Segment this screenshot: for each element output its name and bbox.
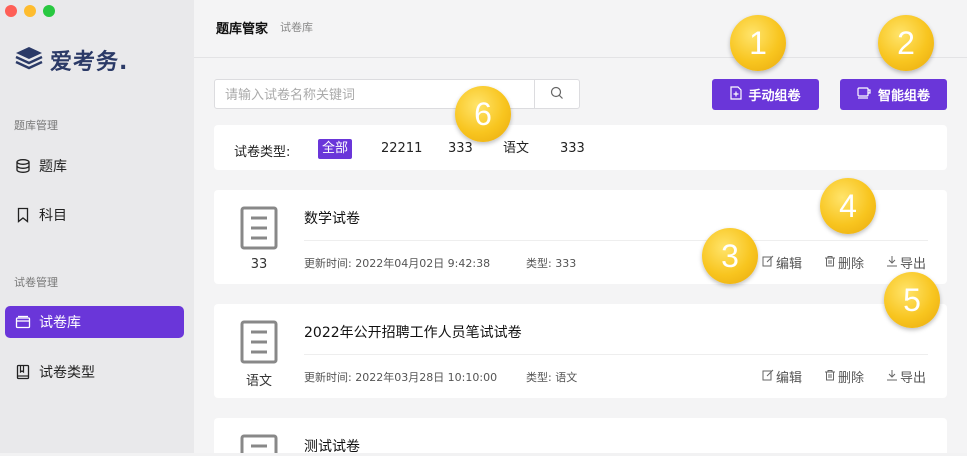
app-logo: 爱考务. [14,44,128,76]
delete-button[interactable]: 删除 [824,367,864,386]
card-divider [304,240,928,241]
page-title: 题库管家 [216,22,269,37]
section-label-paper-management: 试卷管理 [14,276,58,289]
sidebar-item-label: 试卷类型 [39,365,95,381]
smart-compose-button[interactable]: 智能组卷 [840,79,947,110]
paper-type-meta: 类型: 语文 [526,371,578,384]
manual-compose-label: 手动组卷 [748,89,801,104]
edit-icon [762,255,774,271]
paper-updated-time: 更新时间: 2022年03月28日 10:10:00 [304,371,498,384]
document-icon [239,320,279,364]
sidebar-item-label: 科目 [39,208,67,224]
callout-badge-3: 3 [702,228,758,284]
sidebar-item-question-bank[interactable]: 题库 [5,150,184,182]
book-icon [15,364,31,380]
window-controls [5,5,55,17]
paper-card[interactable]: 测试试卷 [214,418,947,456]
download-icon [886,255,898,271]
cup-icon [857,86,872,103]
maximize-window-button[interactable] [43,5,55,17]
card-divider [304,354,928,355]
app-name: 爱考务. [50,50,129,75]
delete-label: 删除 [838,257,865,272]
filter-label: 试卷类型: [234,145,291,160]
callout-badge-5: 5 [884,272,940,328]
header-bar: 题库管家 试卷库 [194,0,967,58]
folder-icon [15,314,31,330]
edit-button[interactable]: 编辑 [762,367,802,386]
paper-title[interactable]: 2022年公开招聘工作人员笔试试卷 [304,322,522,342]
callout-badge-2: 2 [878,15,934,71]
callout-badge-1: 1 [730,15,786,71]
layers-logo-icon [14,45,44,75]
manual-compose-button[interactable]: 手动组卷 [712,79,819,110]
database-icon [15,158,31,174]
filter-option[interactable]: 语文 [499,139,533,159]
document-icon [239,434,279,453]
paper-title[interactable]: 测试试卷 [304,436,360,456]
paper-type-meta: 类型: 333 [526,257,577,270]
trash-icon [824,255,836,271]
delete-label: 删除 [838,371,865,386]
search-icon [550,85,564,104]
search-button[interactable] [534,80,579,108]
edit-icon [762,369,774,385]
minimize-window-button[interactable] [24,5,36,17]
filter-option[interactable]: 333 [444,139,477,159]
section-label-question-bank: 题库管理 [14,119,58,132]
filter-option-all[interactable]: 全部 [318,139,353,159]
paper-card[interactable]: 语文 2022年公开招聘工作人员笔试试卷 更新时间: 2022年03月28日 1… [214,304,947,398]
smart-compose-label: 智能组卷 [877,89,930,104]
sidebar-item-paper-type[interactable]: 试卷类型 [5,356,184,388]
edit-button[interactable]: 编辑 [762,253,802,272]
export-button[interactable]: 导出 [886,367,926,386]
filter-option[interactable]: 333 [556,139,589,159]
paper-updated-time: 更新时间: 2022年04月02日 9:42:38 [304,257,491,270]
trash-icon [824,369,836,385]
callout-badge-4: 4 [820,178,876,234]
close-window-button[interactable] [5,5,17,17]
download-icon [886,369,898,385]
document-add-icon [730,85,743,104]
sidebar-item-subject[interactable]: 科目 [5,199,184,231]
sidebar-item-paper-library[interactable]: 试卷库 [5,306,184,338]
bookmark-icon [15,207,31,223]
breadcrumb: 试卷库 [280,21,313,34]
export-label: 导出 [900,371,927,386]
document-icon [239,206,279,250]
type-filter-bar: 试卷类型: 全部 22211 333 语文 333 [214,125,947,170]
sidebar-item-label: 题库 [39,159,67,175]
paper-type-label: 语文 [245,374,272,389]
delete-button[interactable]: 删除 [824,253,864,272]
sidebar: 爱考务. 题库管理 题库 科目 试卷管理 试卷库 试卷类型 [0,0,194,453]
edit-label: 编辑 [776,257,803,272]
paper-title[interactable]: 数学试卷 [304,208,360,228]
paper-type-label: 33 [250,257,268,272]
export-button[interactable]: 导出 [886,253,926,272]
edit-label: 编辑 [776,371,803,386]
search-box [214,79,580,110]
callout-badge-6: 6 [455,86,511,142]
export-label: 导出 [900,257,927,272]
filter-option[interactable]: 22211 [377,139,426,159]
sidebar-item-label: 试卷库 [39,315,81,331]
